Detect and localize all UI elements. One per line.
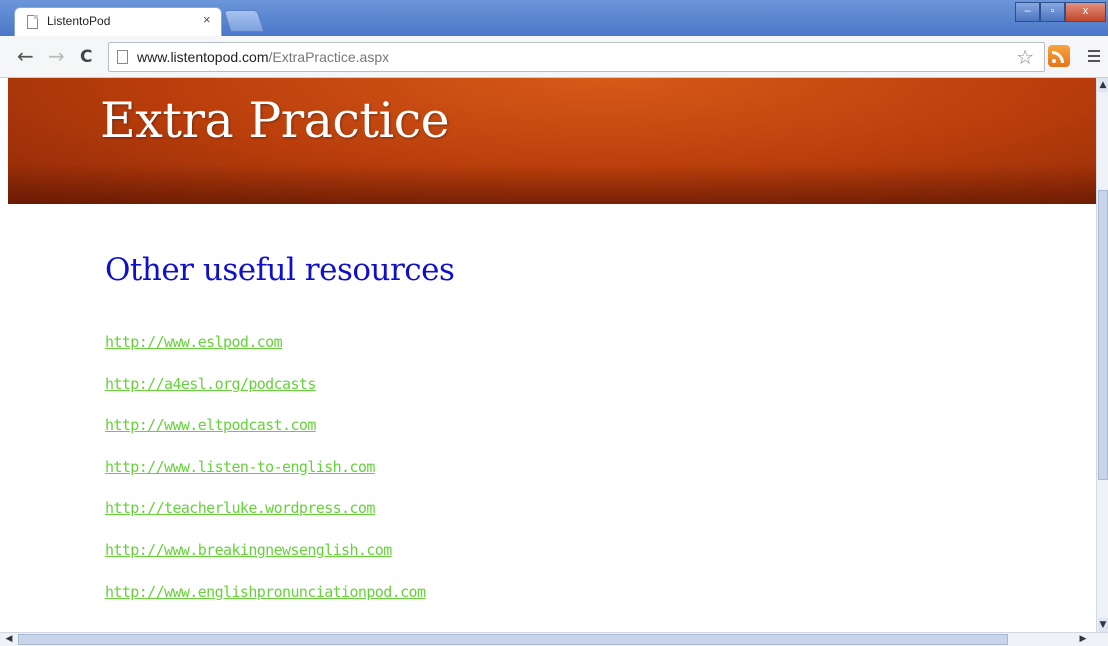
list-item: http://a4esl.org/podcasts: [105, 374, 425, 416]
scroll-left-button[interactable]: ◀: [2, 633, 16, 646]
list-item: http://www.eslpod.com: [105, 332, 425, 374]
menu-icon[interactable]: [1088, 50, 1100, 65]
back-arrow-icon[interactable]: ←: [17, 45, 34, 67]
horizontal-scrollbar[interactable]: ◀ ▶: [0, 632, 1108, 646]
rss-icon[interactable]: [1048, 45, 1070, 67]
address-bar[interactable]: www.listentopod.com/ExtraPractice.aspx ☆: [108, 42, 1045, 72]
resource-link[interactable]: http://a4esl.org/podcasts: [105, 375, 316, 393]
resource-link[interactable]: http://www.listen-to-english.com: [105, 458, 375, 476]
page-icon: [117, 50, 128, 64]
new-tab-button[interactable]: [223, 10, 265, 32]
page-viewport: Extra Practice Other useful resources ht…: [0, 78, 1096, 632]
url-path: /ExtraPractice.aspx: [268, 49, 390, 65]
resource-link[interactable]: http://www.breakingnewsenglish.com: [105, 541, 392, 559]
maximize-button[interactable]: ▫: [1040, 2, 1065, 22]
url-domain: www.listentopod.com: [137, 49, 269, 65]
page-icon: [27, 15, 38, 29]
list-item: http://www.eltpodcast.com: [105, 415, 425, 457]
minimize-button[interactable]: –: [1015, 2, 1040, 22]
resource-link-list: http://www.eslpod.com http://a4esl.org/p…: [105, 332, 426, 624]
page-banner: Extra Practice: [8, 78, 1096, 204]
reload-icon[interactable]: C: [80, 47, 92, 67]
page-title: Extra Practice: [100, 92, 450, 149]
resource-link[interactable]: http://www.eltpodcast.com: [105, 416, 316, 434]
horizontal-scroll-thumb[interactable]: [18, 634, 1008, 645]
scroll-down-button[interactable]: ▼: [1098, 618, 1108, 632]
browser-tab[interactable]: ListentoPod ×: [14, 7, 222, 36]
list-item: http://www.listen-to-english.com: [105, 457, 425, 499]
close-window-button[interactable]: x: [1065, 2, 1106, 22]
section-heading: Other useful resources: [105, 252, 455, 288]
url-text[interactable]: www.listentopod.com/ExtraPractice.aspx: [137, 49, 389, 65]
resource-link[interactable]: http://teacherluke.wordpress.com: [105, 499, 375, 517]
title-bar: ListentoPod × – ▫ x: [0, 0, 1108, 36]
forward-arrow-icon[interactable]: →: [48, 45, 65, 67]
resource-link[interactable]: http://www.englishpronunciationpod.com: [105, 583, 426, 601]
scroll-right-button[interactable]: ▶: [1076, 633, 1090, 646]
list-item: http://www.breakingnewsenglish.com: [105, 540, 425, 582]
list-item: http://www.englishpronunciationpod.com: [105, 582, 426, 624]
list-item: http://teacherluke.wordpress.com: [105, 498, 425, 540]
browser-toolbar: ← → C www.listentopod.com/ExtraPractice.…: [0, 36, 1108, 78]
vertical-scrollbar[interactable]: ▲ ▼: [1096, 78, 1108, 632]
tab-close-button[interactable]: ×: [203, 12, 211, 27]
resource-link[interactable]: http://www.eslpod.com: [105, 333, 283, 351]
vertical-scroll-thumb[interactable]: [1098, 190, 1108, 480]
scroll-up-button[interactable]: ▲: [1098, 78, 1108, 92]
star-icon[interactable]: ☆: [1016, 45, 1034, 69]
tab-title: ListentoPod: [47, 14, 111, 28]
